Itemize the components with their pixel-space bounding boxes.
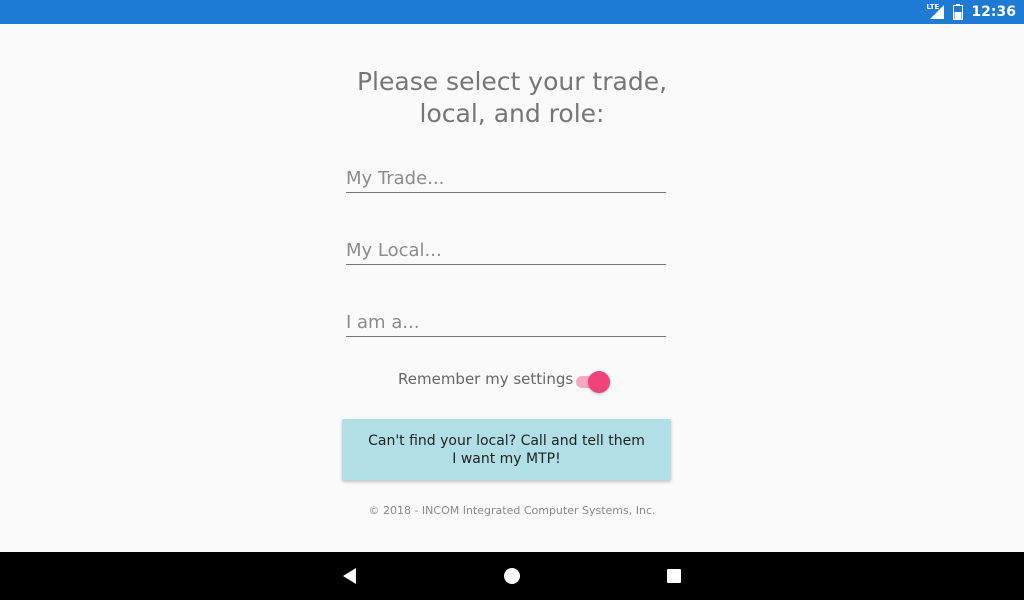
home-icon[interactable] <box>500 564 524 588</box>
local-picker[interactable]: My Local... <box>346 234 666 265</box>
page-title-line-1: Please select your trade, <box>356 67 668 96</box>
battery-icon <box>953 4 964 20</box>
back-icon[interactable] <box>338 564 362 588</box>
remember-settings-toggle[interactable] <box>574 370 612 394</box>
role-picker-placeholder: I am a... <box>346 312 420 333</box>
status-bar: LTE 12:36 <box>0 0 1024 24</box>
trade-picker[interactable]: My Trade... <box>346 162 666 193</box>
page-title: Please select your trade, local, and rol… <box>312 66 712 130</box>
network-type-label: LTE <box>926 3 940 11</box>
toggle-thumb <box>588 371 610 393</box>
navigation-bar <box>0 552 1024 600</box>
page-title-line-2: local, and role: <box>419 99 605 128</box>
local-picker-placeholder: My Local... <box>346 240 442 261</box>
role-picker[interactable]: I am a... <box>346 306 666 337</box>
app-content: Please select your trade, local, and rol… <box>0 24 1024 552</box>
status-icons: LTE 12:36 <box>926 0 1016 24</box>
call-local-button-line-2: I want my MTP! <box>452 450 561 467</box>
recent-apps-icon[interactable] <box>662 564 686 588</box>
lte-signal-icon: LTE <box>926 3 945 20</box>
status-clock: 12:36 <box>971 4 1016 20</box>
copyright-text: © 2018 - INCOM Integrated Computer Syste… <box>368 504 656 517</box>
remember-settings-label: Remember my settings <box>398 370 574 388</box>
call-local-button-line-1: Can't find your local? Call and tell the… <box>368 432 645 449</box>
trade-picker-placeholder: My Trade... <box>346 168 445 189</box>
call-local-button[interactable]: Can't find your local? Call and tell the… <box>342 419 671 480</box>
